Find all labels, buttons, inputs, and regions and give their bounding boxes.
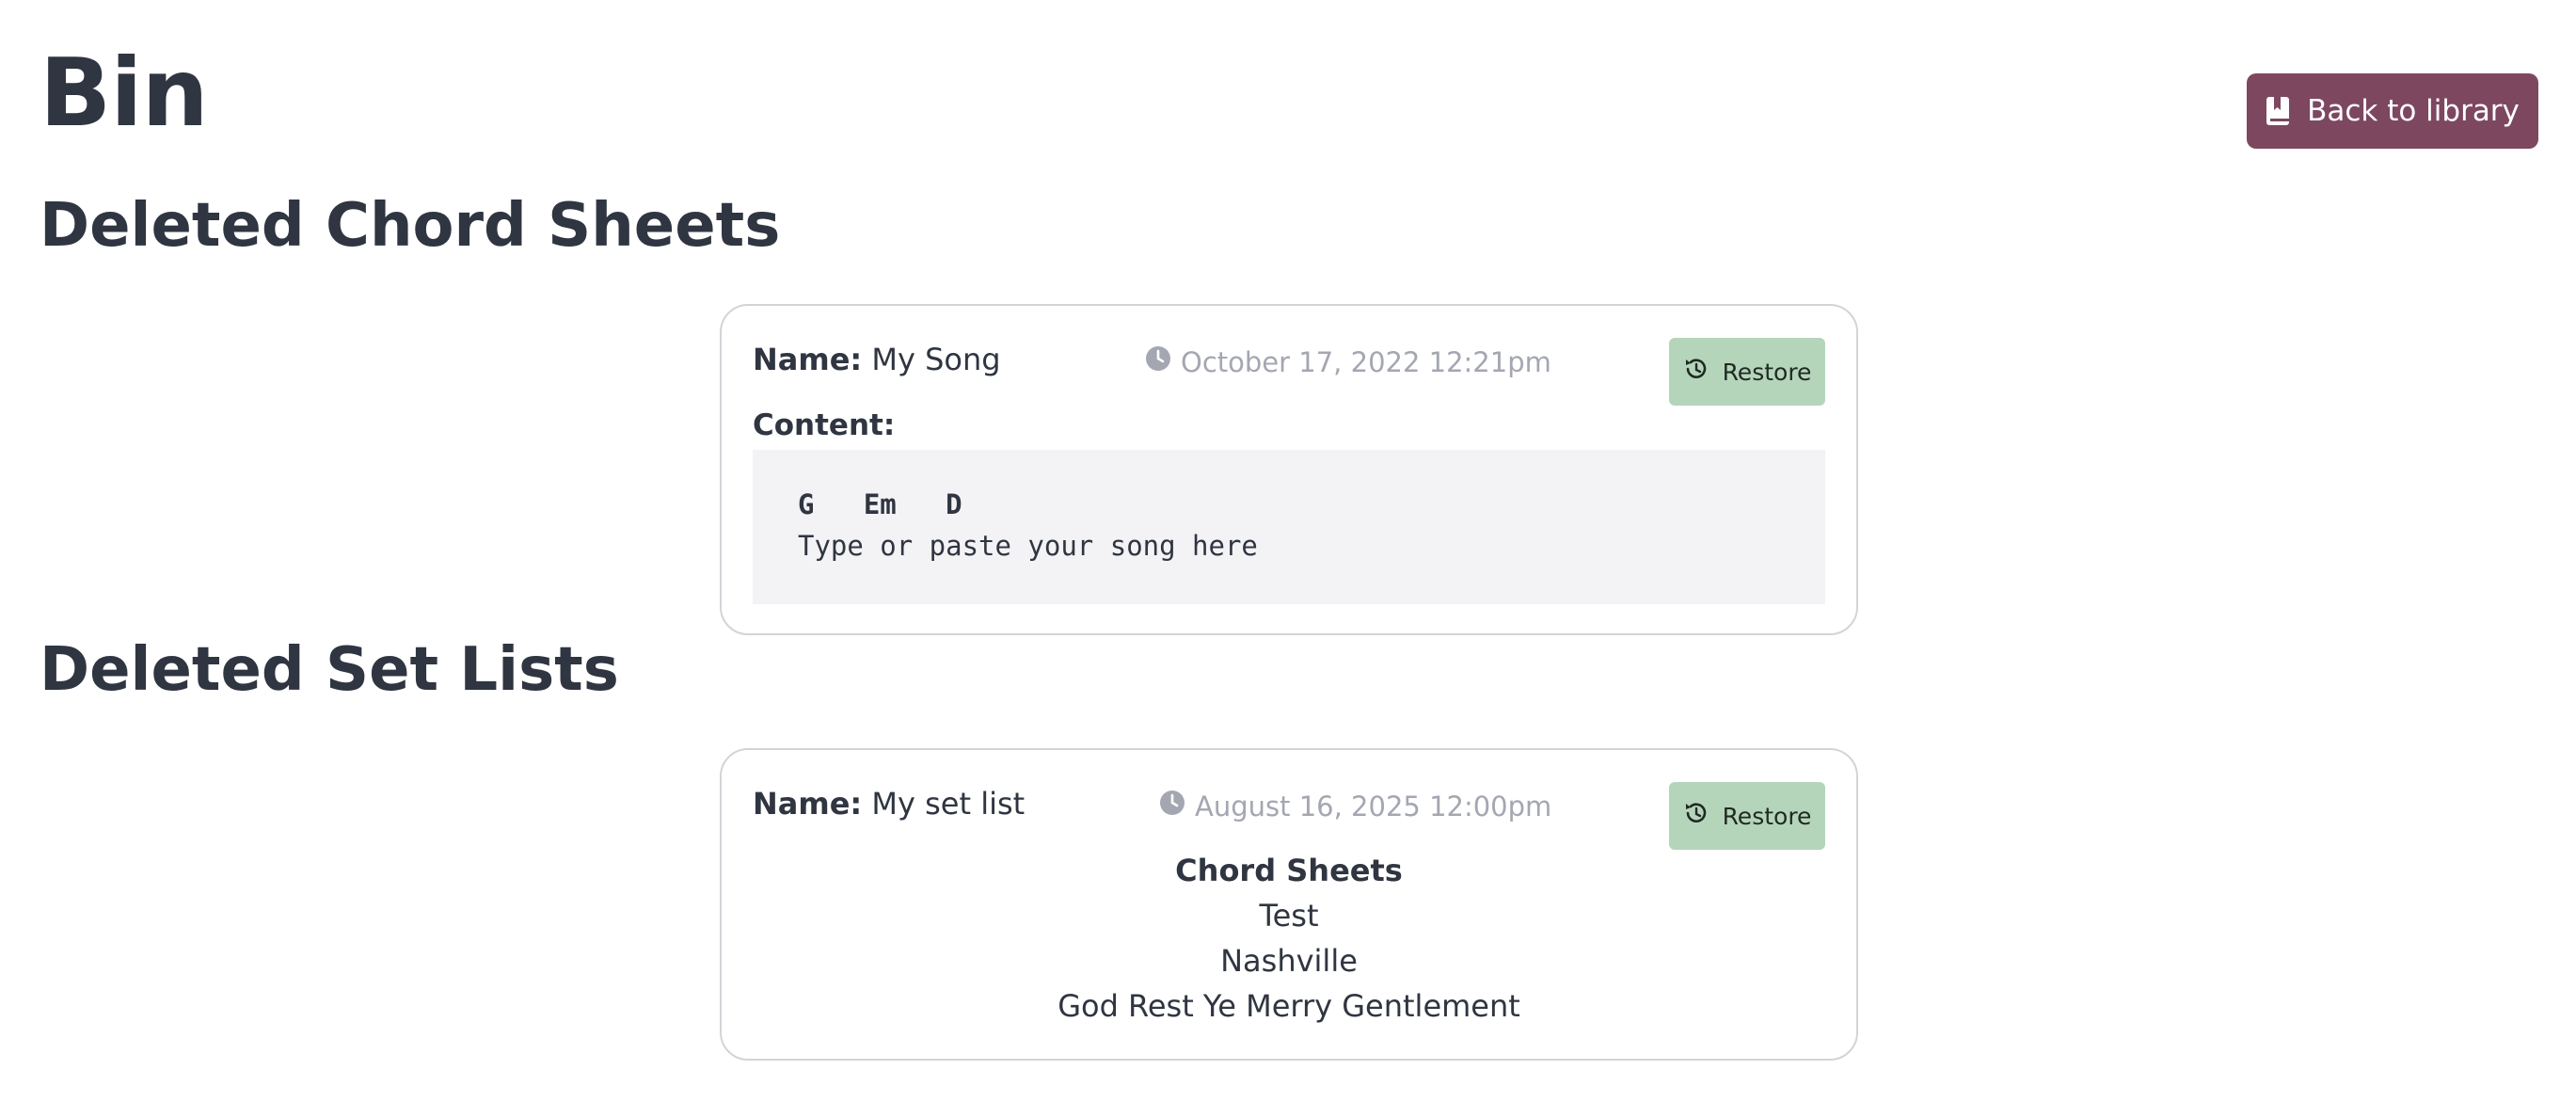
- chord-sheet-deleted-date: October 17, 2022 12:21pm: [1145, 345, 1551, 378]
- date-text: August 16, 2025 12:00pm: [1195, 790, 1552, 823]
- chord-sheet-name-row: Name: My Song: [753, 339, 1001, 380]
- content-label: Content:: [753, 408, 896, 442]
- page-title: Bin: [40, 38, 209, 148]
- chord-sheets-heading: Chord Sheets: [1175, 853, 1403, 888]
- chord-line: G Em D: [798, 488, 962, 520]
- set-list-name: My set list: [871, 786, 1026, 822]
- deleted-set-lists-title: Deleted Set Lists: [40, 635, 619, 705]
- name-label: Name:: [753, 786, 863, 822]
- deleted-chord-sheets-title: Deleted Chord Sheets: [40, 191, 781, 261]
- history-icon: [1683, 800, 1709, 832]
- book-icon: [2266, 96, 2290, 126]
- deleted-set-list-card: Name: My set list August 16, 2025 12:00p…: [720, 748, 1858, 1061]
- set-list-deleted-date: August 16, 2025 12:00pm: [1159, 790, 1551, 823]
- restore-chord-sheet-button[interactable]: Restore: [1669, 338, 1825, 406]
- back-to-library-label: Back to library: [2307, 94, 2520, 128]
- list-item: God Rest Ye Merry Gentlement: [1057, 988, 1520, 1024]
- name-label: Name:: [753, 342, 863, 377]
- history-icon: [1683, 356, 1709, 388]
- lyric-line: Type or paste your song here: [798, 530, 1258, 562]
- list-item: Nashville: [1220, 943, 1358, 979]
- bin-page: Bin Back to library Deleted Chord Sheets…: [0, 0, 2576, 1118]
- clock-icon: [1159, 790, 1185, 823]
- clock-icon: [1145, 345, 1171, 378]
- chord-sheet-name: My Song: [871, 342, 1001, 377]
- list-item: Test: [1259, 898, 1319, 934]
- chord-sheet-content: G Em D Type or paste your song here: [753, 450, 1825, 604]
- date-text: October 17, 2022 12:21pm: [1181, 345, 1551, 378]
- back-to-library-button[interactable]: Back to library: [2247, 73, 2538, 149]
- restore-label: Restore: [1722, 358, 1812, 386]
- set-list-chord-sheets: Chord Sheets Test Nashville God Rest Ye …: [722, 848, 1856, 1029]
- restore-set-list-button[interactable]: Restore: [1669, 782, 1825, 850]
- set-list-name-row: Name: My set list: [753, 783, 1025, 824]
- deleted-chord-sheet-card: Name: My Song October 17, 2022 12:21pm R…: [720, 304, 1858, 635]
- restore-label: Restore: [1722, 802, 1812, 830]
